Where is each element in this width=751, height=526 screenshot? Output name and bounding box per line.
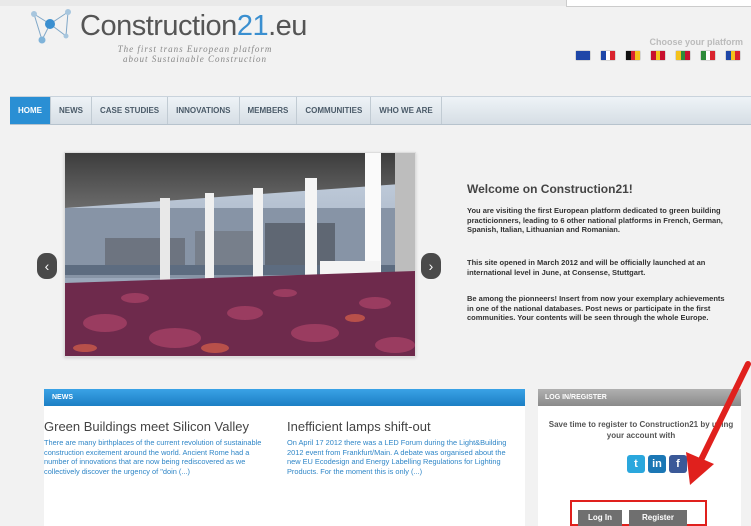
logo-main-text: Construction [80, 10, 237, 42]
nav-item-members[interactable]: MEMBERS [240, 97, 298, 124]
news-article[interactable]: Inefficient lamps shift-out On April 17 … [287, 419, 512, 476]
tagline: The first trans European platform about … [90, 44, 300, 64]
lithuania-flag-icon[interactable] [676, 51, 691, 60]
news-article-excerpt: There are many birthplaces of the curren… [44, 438, 262, 476]
nav-item-communities[interactable]: COMMUNITIES [297, 97, 372, 124]
site-logo[interactable]: Construction21.eu [80, 10, 307, 43]
nav-item-case-studies[interactable]: CASE STUDIES [92, 97, 169, 124]
nav-item-innovations[interactable]: INNOVATIONS [168, 97, 240, 124]
nav-item-news[interactable]: NEWS [51, 97, 92, 124]
nav-item-home[interactable]: HOME [10, 97, 51, 124]
slider-prev-button[interactable]: ‹ [37, 253, 57, 279]
logo-number-text: 21 [236, 10, 269, 42]
spain-flag-icon[interactable] [651, 51, 666, 60]
news-article-excerpt: On April 17 2012 there was a LED Forum d… [287, 438, 507, 476]
italy-flag-icon[interactable] [701, 51, 716, 60]
tagline-line-1: The first trans European platform [117, 44, 273, 54]
eu-flag-icon[interactable] [576, 51, 591, 60]
platform-chooser-label: Choose your platform [649, 37, 743, 47]
logo-suffix-text: .eu [268, 10, 307, 42]
twitter-icon[interactable]: t [627, 455, 645, 473]
search-input[interactable] [566, 0, 751, 7]
welcome-title: Welcome on Construction21! [467, 182, 633, 196]
france-flag-icon[interactable] [601, 51, 616, 60]
news-header: NEWS [44, 389, 525, 406]
romania-flag-icon[interactable] [726, 51, 741, 60]
building-interior-image [65, 153, 415, 356]
nav-item-who-we-are[interactable]: WHO WE ARE [371, 97, 442, 124]
news-article-title[interactable]: Inefficient lamps shift-out [287, 419, 512, 434]
germany-flag-icon[interactable] [626, 51, 641, 60]
login-button[interactable]: Log In [578, 510, 622, 526]
news-article[interactable]: Green Buildings meet Silicon Valley Ther… [44, 419, 269, 476]
hero-image [64, 152, 416, 357]
welcome-paragraph-2: This site opened in March 2012 and will … [467, 258, 706, 277]
welcome-paragraph-1: You are visiting the first European plat… [467, 206, 723, 234]
platform-flags [576, 51, 741, 60]
main-nav: HOME NEWS CASE STUDIES INNOVATIONS MEMBERS CO… [10, 96, 751, 125]
welcome-paragraph-3: Be among the pionneers! Insert from now … [467, 294, 725, 322]
slider-next-button[interactable]: › [421, 253, 441, 279]
annotation-arrow-icon [686, 361, 751, 485]
news-article-title[interactable]: Green Buildings meet Silicon Valley [44, 419, 269, 434]
logo-icon [31, 9, 71, 44]
register-button[interactable]: Register [629, 510, 687, 526]
tagline-line-2: about Sustainable Construction [122, 54, 267, 64]
news-panel: NEWS Green Buildings meet Silicon Valley… [44, 389, 525, 526]
